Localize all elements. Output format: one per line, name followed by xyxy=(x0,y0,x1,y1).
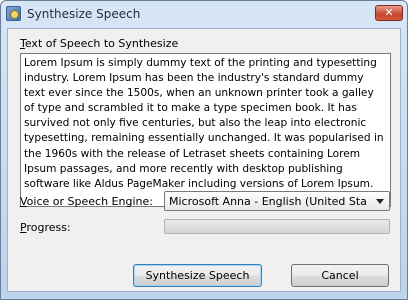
voice-engine-selected-value: Microsoft Anna - English (United States) xyxy=(169,195,367,208)
window-title: Synthesize Speech xyxy=(27,7,141,21)
app-icon xyxy=(6,6,21,21)
dialog-window: Synthesize Speech ✕ Text of Speech to Sy… xyxy=(0,0,408,300)
progress-bar xyxy=(164,219,390,234)
synthesize-speech-button[interactable]: Synthesize Speech xyxy=(133,264,262,287)
progress-label: Progress: xyxy=(20,221,71,234)
voice-engine-label: Voice or Speech Engine: xyxy=(20,195,153,208)
voice-engine-select[interactable]: Microsoft Anna - English (United States) xyxy=(164,191,390,211)
chevron-down-icon xyxy=(376,199,384,204)
title-bar[interactable]: Synthesize Speech ✕ xyxy=(1,1,407,27)
close-button[interactable]: ✕ xyxy=(375,5,403,21)
cancel-button[interactable]: Cancel xyxy=(291,264,389,287)
speech-text-label: Text of Speech to Synthesize xyxy=(20,37,179,50)
close-icon: ✕ xyxy=(384,6,394,19)
speech-text-area[interactable]: Lorem Ipsum is simply dummy text of the … xyxy=(20,53,391,207)
dialog-client-area: Text of Speech to Synthesize Lorem Ipsum… xyxy=(7,28,401,292)
